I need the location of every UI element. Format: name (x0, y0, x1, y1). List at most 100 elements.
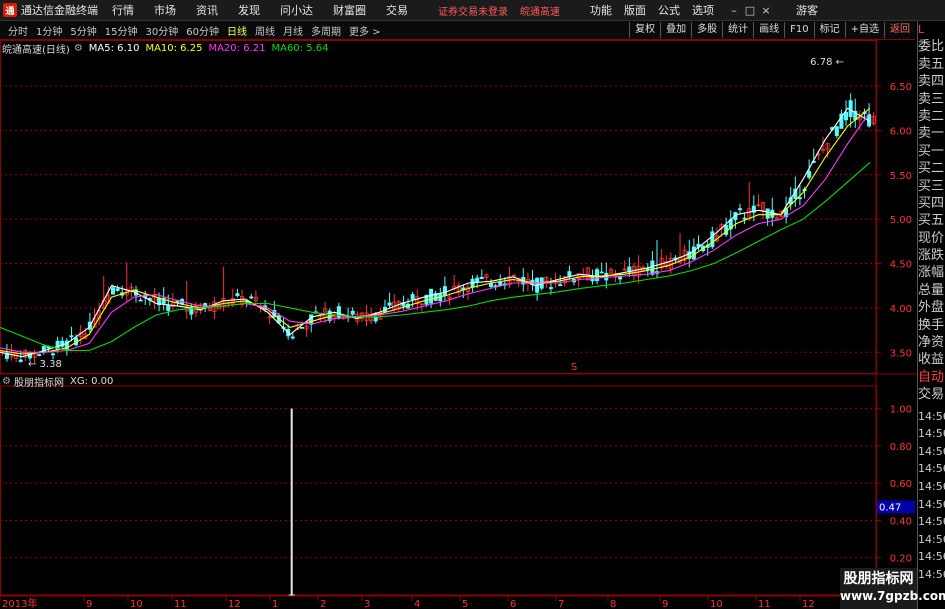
side-label-20[interactable]: 交易 (918, 386, 945, 403)
kline-chart[interactable]: 6.50 6.00 5.50 5.00 4.50 4.00 3.50 6.78 ← ← 3.38… (0, 40, 917, 609)
menu-item-market-quotes[interactable]: 行情 (112, 2, 134, 18)
mark-button[interactable]: 标记 (813, 22, 845, 38)
side-label-0: 委比 (918, 39, 945, 55)
multi-stock-button[interactable]: 多股 (691, 22, 722, 38)
indicator-tick-label: 1.00 (890, 405, 912, 416)
menu-item-discover[interactable]: 发现 (238, 2, 260, 18)
back-button[interactable]: 返回 (884, 22, 915, 38)
maximize-icon[interactable]: □ (742, 4, 758, 17)
candle-body (110, 287, 115, 295)
period-60min[interactable]: 60分钟 (186, 23, 219, 38)
period-tick[interactable]: 分时 (8, 23, 28, 38)
candle-body (475, 277, 480, 283)
watermark-title: 股朋指标网 (843, 571, 914, 587)
candle-body (848, 100, 853, 117)
candle-body (807, 171, 812, 178)
menu-layout[interactable]: 版面 (624, 2, 646, 18)
x-tick-label: 4 (414, 599, 420, 609)
candle-body (797, 197, 802, 200)
draw-line-button[interactable]: 画线 (753, 22, 784, 38)
side-label-10: 买五 (918, 213, 945, 229)
tick-time-1: 14:56 (918, 427, 945, 441)
ma-line-ma5 (0, 107, 871, 358)
candle-body (691, 246, 696, 260)
x-tick-label: 2013年 (2, 597, 37, 609)
x-tick-label: 3 (364, 599, 370, 609)
candle-body (844, 111, 849, 121)
side-label-18: 收益 (918, 352, 945, 368)
period-multi[interactable]: 多周期 (311, 23, 341, 38)
candle-body (299, 326, 305, 329)
candle-body (442, 286, 447, 297)
candle-body (710, 231, 715, 248)
side-label-11: 现价 (918, 230, 945, 246)
candle-body (309, 314, 314, 325)
app-logo-icon: 通 (3, 3, 17, 17)
period-toolbar: 分时 1分钟 5分钟 15分钟 30分钟 60分钟 日线 周线 月线 多周期 更… (0, 21, 915, 40)
period-weekly[interactable]: 周线 (255, 23, 275, 38)
candle-body (51, 353, 56, 356)
candle-body (18, 359, 23, 363)
tick-time-7: 14:56 (918, 532, 945, 546)
overlay-button[interactable]: 叠加 (660, 22, 691, 38)
candle-body (387, 302, 392, 306)
period-15min[interactable]: 15分钟 (105, 23, 138, 38)
period-daily[interactable]: 日线 (227, 23, 247, 38)
x-tick-label: 10 (130, 599, 143, 609)
candle-body (595, 269, 600, 282)
minimize-icon[interactable]: – (726, 4, 742, 17)
indicator-settings-icon[interactable]: ⚙ (2, 376, 11, 387)
menu-item-wealth-circle[interactable]: 财富圈 (333, 2, 366, 18)
menu-item-trade[interactable]: 交易 (386, 2, 408, 18)
high-price-label: 6.78 ← (810, 57, 844, 68)
ma-line-ma10 (0, 107, 871, 355)
tick-time-4: 14:56 (918, 479, 945, 493)
indicator-title: 股朋指标网 (13, 377, 64, 389)
period-1min[interactable]: 1分钟 (36, 23, 62, 38)
x-tick-label: 1 (272, 599, 278, 609)
period-5min[interactable]: 5分钟 (70, 23, 96, 38)
indicator-current-value: 0.47 (879, 502, 901, 513)
indicator-xg-label: XG: 0.00 (69, 375, 114, 387)
side-label-4: 卖二 (918, 108, 945, 124)
candle-body (235, 293, 240, 297)
f10-button[interactable]: F10 (784, 22, 813, 38)
candle-body (373, 316, 378, 322)
login-status[interactable]: 证券交易未登录 (438, 3, 508, 18)
side-label-14: 总量 (918, 282, 945, 298)
close-icon[interactable]: × (758, 4, 774, 17)
price-tick-label: 6.50 (890, 82, 912, 93)
price-tick-label: 5.00 (890, 215, 912, 226)
candle-body (69, 335, 74, 338)
side-label-19[interactable]: 自动 (918, 369, 945, 386)
side-label-3: 卖三 (918, 91, 945, 107)
settings-gear-icon[interactable]: ⚙ (74, 43, 83, 54)
add-favorite-button[interactable]: +自选 (844, 22, 884, 38)
x-tick-label: 10 (710, 599, 723, 609)
menu-item-market[interactable]: 市场 (154, 2, 176, 18)
period-more[interactable]: 更多 > (349, 23, 381, 38)
candle-body (166, 305, 171, 311)
side-label-12: 涨跌 (918, 248, 945, 264)
statistics-button[interactable]: 统计 (722, 22, 753, 38)
menu-formula[interactable]: 公式 (658, 2, 680, 18)
menu-item-ask-xiaoda[interactable]: 问小达 (280, 2, 313, 18)
x-tick-label: 2 (320, 599, 326, 609)
period-monthly[interactable]: 月线 (283, 23, 303, 38)
main-chart-header: 皖通高速(日线) ⚙ MA5: 6.10 MA10: 6.25 MA20: 6.… (2, 41, 328, 56)
menu-options[interactable]: 选项 (692, 2, 714, 18)
period-30min[interactable]: 30分钟 (145, 23, 178, 38)
side-label-15: 外盘 (918, 300, 945, 316)
candle-body (138, 299, 143, 302)
current-stock-title: 皖通高速 (520, 6, 560, 18)
menu-function[interactable]: 功能 (590, 2, 612, 18)
tick-time-9: 14:56 (918, 567, 945, 581)
low-price-label: ← 3.38 (28, 359, 62, 370)
menu-item-news[interactable]: 资讯 (196, 2, 218, 18)
ma10-label: MA10: 6.25 (145, 42, 203, 54)
candle-body (290, 336, 295, 339)
x-tick-label: 9 (662, 599, 668, 609)
candle-body (336, 306, 341, 319)
adjust-button[interactable]: 复权 (629, 22, 660, 38)
guest-user[interactable]: 游客 (796, 2, 818, 18)
